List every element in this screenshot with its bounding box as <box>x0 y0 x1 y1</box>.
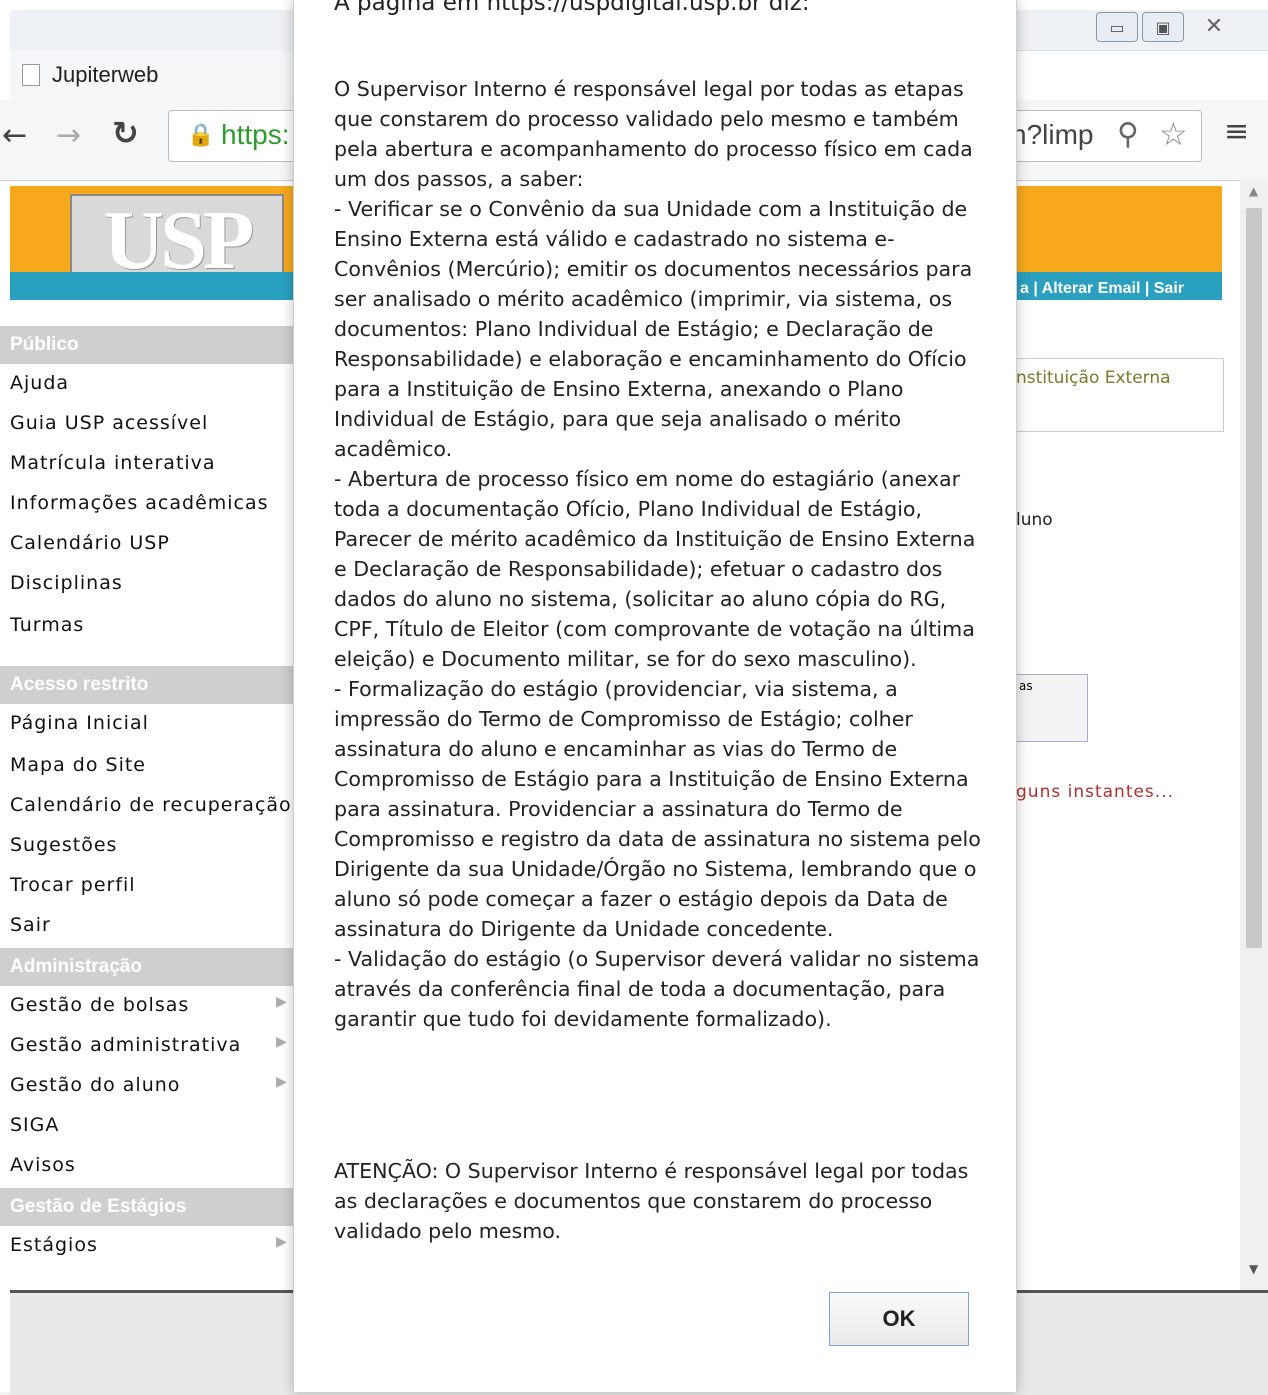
sidebar: Público Ajuda Guia USP acessível Matrícu… <box>0 300 295 1290</box>
sidebar-item-calendario[interactable]: Calendário USP <box>10 532 170 554</box>
sidebar-item-estagios[interactable]: Estágios <box>10 1234 98 1256</box>
scroll-up-icon[interactable]: ▲ <box>1249 184 1258 198</box>
browser-tab[interactable]: Jupiterweb <box>10 50 295 100</box>
scroll-down-icon[interactable]: ▼ <box>1249 1262 1258 1276</box>
sidebar-item-sair[interactable]: Sair <box>10 914 51 936</box>
scroll-thumb[interactable] <box>1246 208 1262 948</box>
url-text-left: https: <box>221 119 290 150</box>
institution-label: nstituição Externa <box>1016 368 1171 388</box>
sidebar-section-publico: Público <box>0 326 295 364</box>
sidebar-section-acesso: Acesso restrito <box>0 666 295 704</box>
sidebar-item-sugestoes[interactable]: Sugestões <box>10 834 117 856</box>
content-box-label: as <box>1019 679 1033 693</box>
bookmark-star-icon[interactable]: ☆ <box>1159 115 1188 153</box>
reload-icon[interactable]: ↻ <box>112 114 139 152</box>
sidebar-item-disciplinas[interactable]: Disciplinas <box>10 572 123 594</box>
sidebar-item-siga[interactable]: SIGA <box>10 1114 59 1136</box>
sidebar-item-gestao-adm[interactable]: Gestão administrativa <box>10 1034 241 1056</box>
sidebar-item-avisos[interactable]: Avisos <box>10 1154 76 1176</box>
sidebar-item-mapa[interactable]: Mapa do Site <box>10 754 146 776</box>
loading-text: guns instantes... <box>1016 782 1175 802</box>
page-icon <box>22 64 40 86</box>
dialog-message: O Supervisor Interno é responsável legal… <box>334 77 981 1031</box>
alert-dialog: A página em https://uspdigital.usp.br di… <box>293 0 1017 1392</box>
sidebar-item-gestao-aluno[interactable]: Gestão do aluno <box>10 1074 180 1096</box>
sidebar-section-admin: Administração <box>0 948 295 986</box>
back-arrow-icon[interactable]: ← <box>2 118 27 153</box>
sidebar-item-informacoes[interactable]: Informações acadêmicas <box>10 492 269 514</box>
tab-title: Jupiterweb <box>52 62 159 87</box>
page-scrollbar[interactable]: ▲ ▼ <box>1240 180 1268 1290</box>
minimize-icon[interactable]: ▭ <box>1096 12 1138 42</box>
submenu-arrow-icon: ▶ <box>276 994 287 1010</box>
submenu-arrow-icon: ▶ <box>276 1074 287 1090</box>
url-text-right: n?limp <box>1011 119 1094 150</box>
sidebar-item-ajuda[interactable]: Ajuda <box>10 372 69 394</box>
maximize-icon[interactable]: ▣ <box>1142 12 1184 42</box>
dialog-header: A página em https://uspdigital.usp.br di… <box>334 0 810 16</box>
dialog-attention: ATENÇÃO: O Supervisor Interno é responsá… <box>334 1159 969 1243</box>
sidebar-item-matricula[interactable]: Matrícula interativa <box>10 452 216 474</box>
sidebar-item-guia-usp[interactable]: Guia USP acessível <box>10 412 208 434</box>
sidebar-item-trocar-perfil[interactable]: Trocar perfil <box>10 874 136 896</box>
top-links[interactable]: a | Alterar Email | Sair <box>1020 280 1184 298</box>
main-content-visible: nstituição Externa luno as guns instante… <box>1016 300 1246 1290</box>
close-icon[interactable]: ✕ <box>1188 12 1240 40</box>
sidebar-item-turmas[interactable]: Turmas <box>10 614 84 636</box>
submenu-arrow-icon: ▶ <box>276 1234 287 1250</box>
window-controls: ▭ ▣ ✕ <box>1096 12 1260 42</box>
zoom-icon[interactable]: ⚲ <box>1117 117 1139 152</box>
aluno-label: luno <box>1016 510 1053 530</box>
lock-icon: 🔒 <box>187 123 215 148</box>
forward-arrow-icon[interactable]: → <box>56 118 81 153</box>
sidebar-item-bolsas[interactable]: Gestão de bolsas <box>10 994 189 1016</box>
sidebar-section-estagios: Gestão de Estágios <box>0 1188 295 1226</box>
ok-button[interactable]: OK <box>829 1292 969 1346</box>
menu-icon[interactable]: ≡ <box>1224 114 1249 149</box>
sidebar-item-pagina-inicial[interactable]: Página Inicial <box>10 712 149 734</box>
sidebar-item-calendario-rec[interactable]: Calendário de recuperação <box>10 794 292 816</box>
content-box: as <box>1016 674 1088 742</box>
submenu-arrow-icon: ▶ <box>276 1034 287 1050</box>
